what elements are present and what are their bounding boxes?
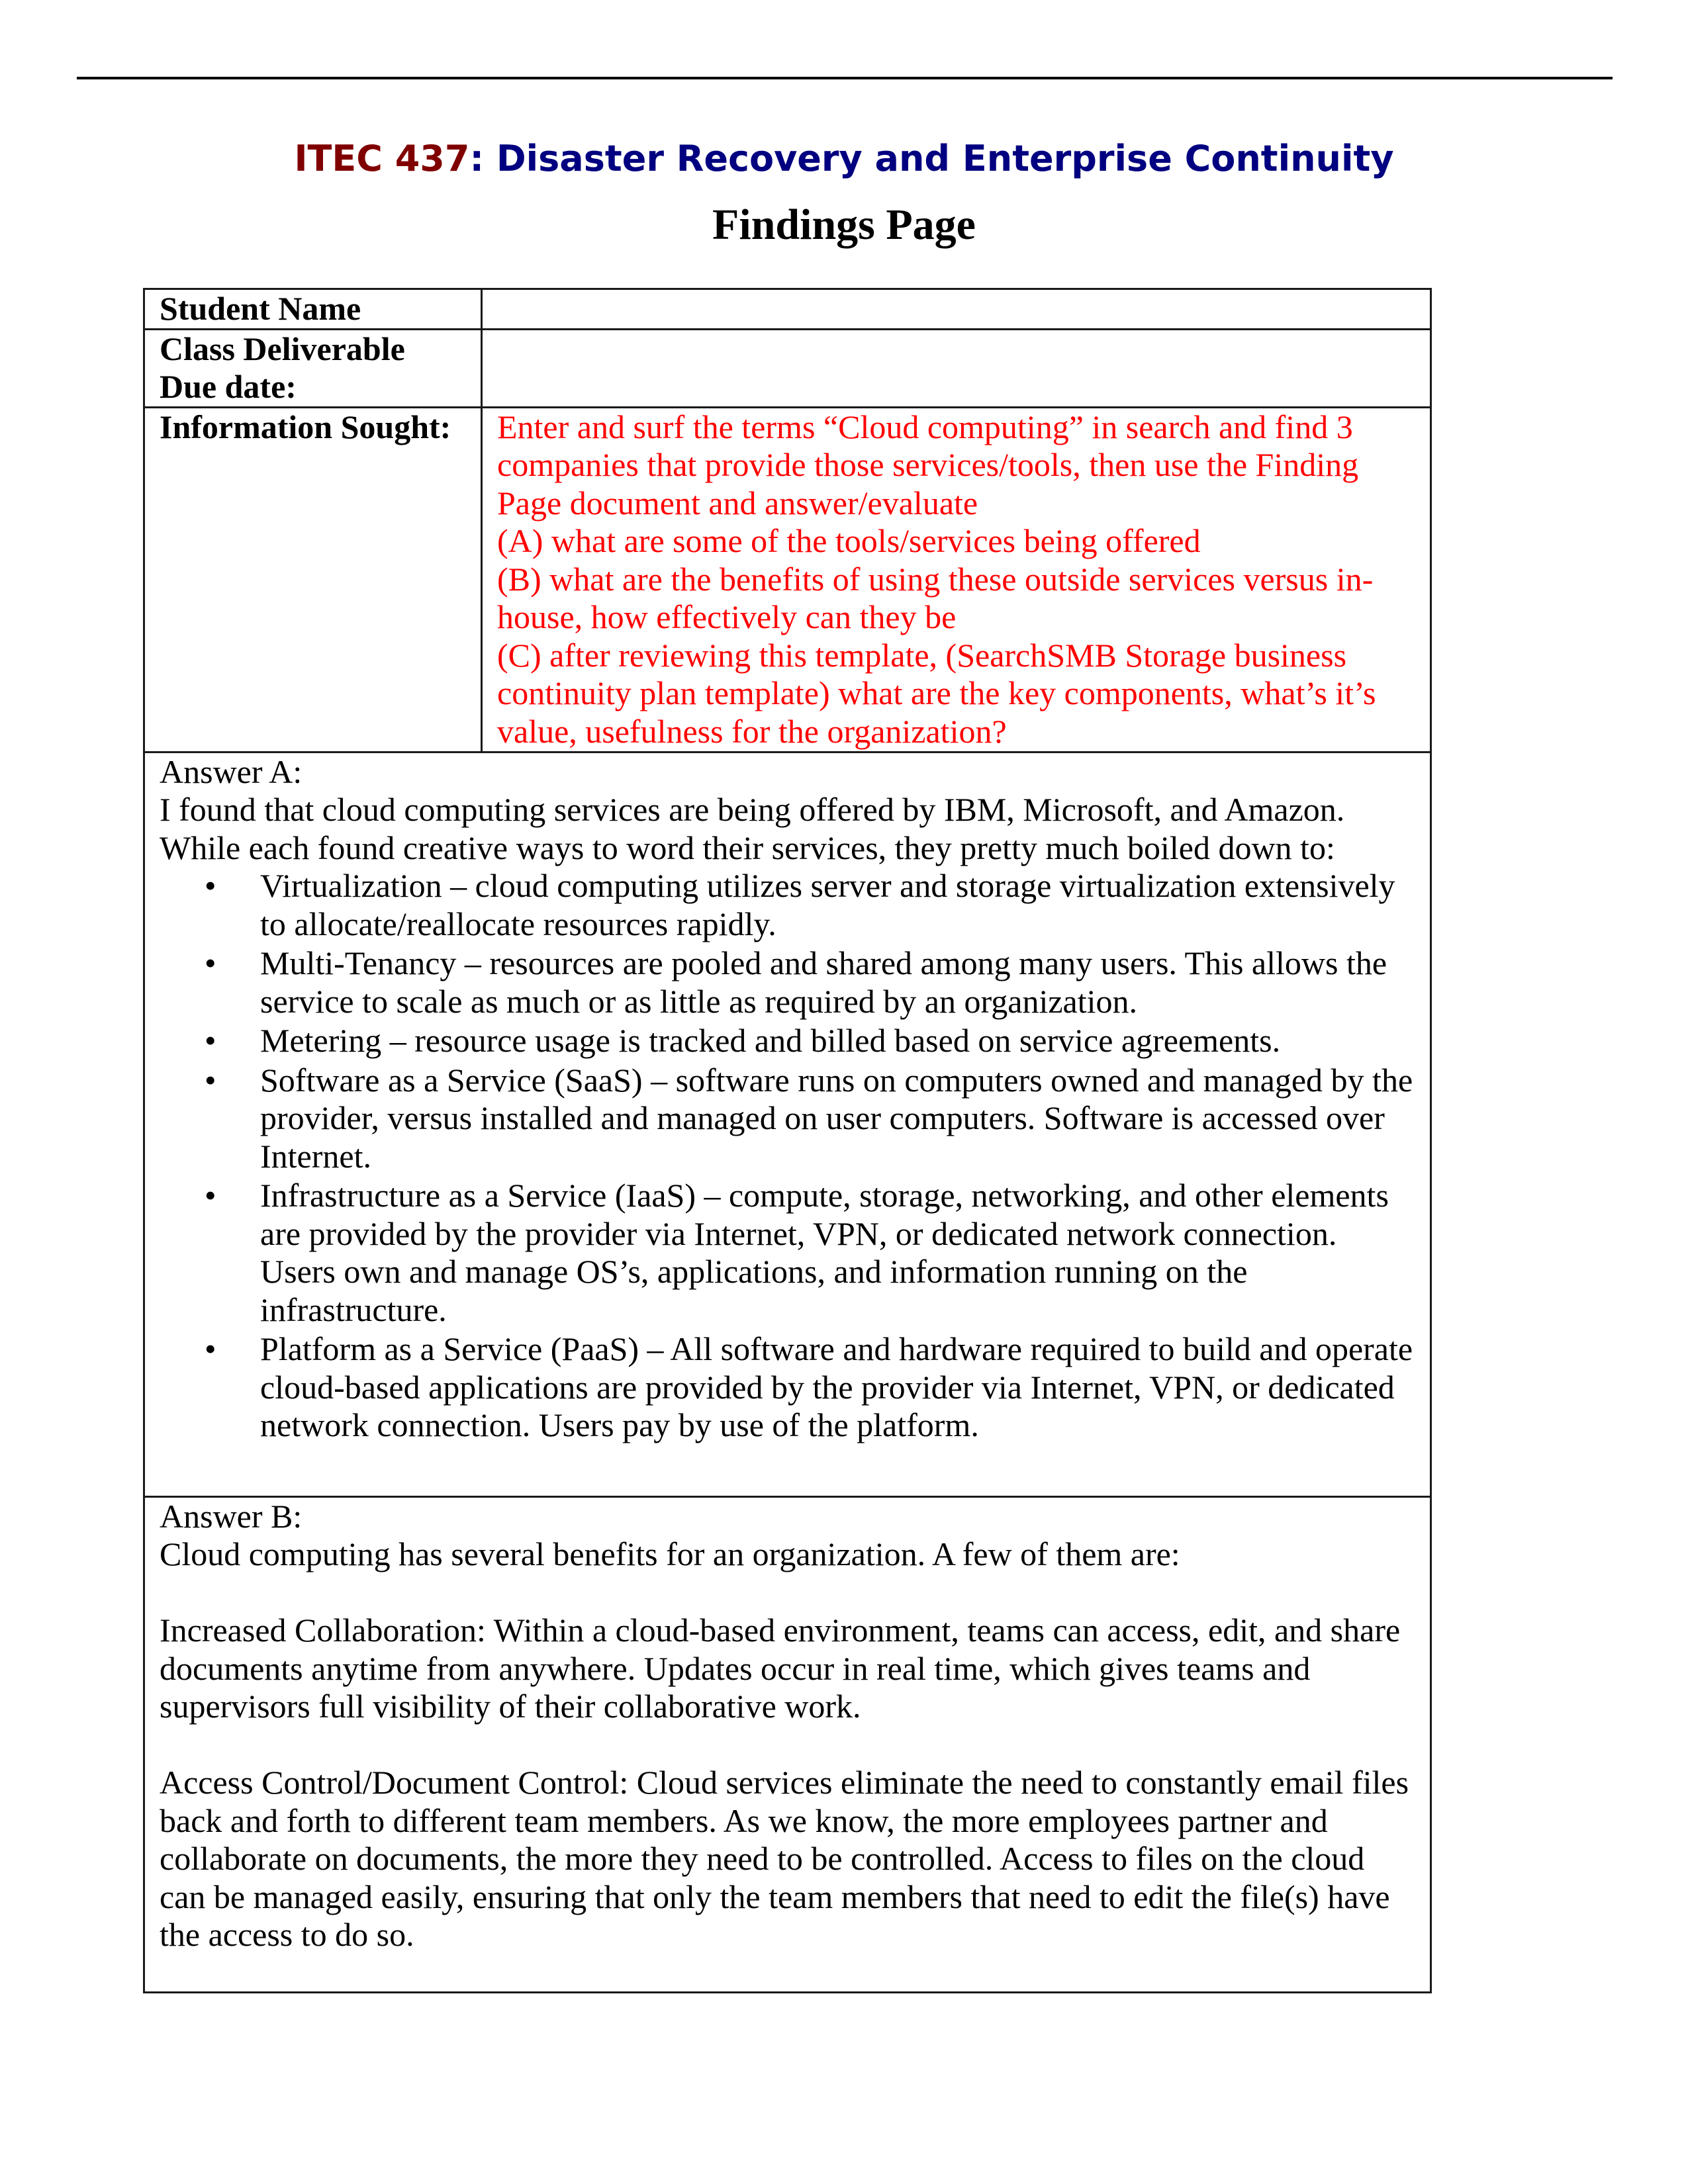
bullet-icon: • [205,1330,216,1367]
answer-b-paragraph-access-control: Access Control/Document Control: Cloud s… [160,1764,1409,1953]
list-item: • Virtualization – cloud computing utiliz… [160,867,1415,943]
course-name: : Disaster Recovery and Enterprise Conti… [469,138,1394,179]
list-item: • Infrastructure as a Service (IaaS) – co… [160,1177,1415,1329]
list-item: • Platform as a Service (PaaS) – All soft… [160,1330,1415,1445]
answer-a-row: Answer A: I found that cloud computing s… [143,751,1432,1498]
list-item-text: Platform as a Service (PaaS) – All softw… [260,1330,1413,1443]
info-sought-text: Enter and surf the terms “Cloud computin… [481,406,1432,753]
bullet-icon: • [205,1022,216,1059]
answer-b-row: Answer B: Cloud computing has several be… [143,1495,1432,1993]
list-item-text: Virtualization – cloud computing utilize… [260,867,1395,942]
answer-b-intro: Cloud computing has several benefits for… [160,1535,1180,1572]
prompt-question-c: (C) after reviewing this template, (Sear… [497,636,1376,750]
course-code: ITEC 437 [294,138,470,179]
list-item-text: Software as a Service (SaaS) – software … [260,1061,1413,1175]
list-item: • Metering – resource usage is tracked an… [160,1022,1415,1060]
answer-b-cell: Answer B: Cloud computing has several be… [143,1495,1432,1993]
page-title: Findings Page [712,201,976,249]
info-sought-row: Information Sought: Enter and surf the t… [143,406,1432,753]
bullet-icon: • [205,944,216,981]
list-item-text: Multi-Tenancy – resources are pooled and… [260,944,1387,1020]
bullet-icon: • [205,1177,216,1214]
answer-b-heading: Answer B: [160,1497,303,1535]
due-date-label: Due date: [160,368,297,405]
student-name-field[interactable] [481,288,1432,330]
student-name-row: Student Name [143,288,1432,330]
answer-b-paragraph-collaboration: Increased Collaboration: Within a cloud-… [160,1612,1401,1725]
list-item-text: Metering – resource usage is tracked and… [260,1022,1281,1059]
list-item: • Software as a Service (SaaS) – software… [160,1062,1415,1176]
list-item: • Multi-Tenancy – resources are pooled an… [160,944,1415,1021]
findings-table: Student Name Class Deliverable Due date:… [143,288,1432,1993]
deliverable-label-line1: Class Deliverable [160,330,405,367]
course-title: ITEC 437: Disaster Recovery and Enterpri… [0,135,1688,183]
answer-a-cell: Answer A: I found that cloud computing s… [143,751,1432,1498]
info-sought-label: Information Sought: [143,406,483,753]
header-rule [77,77,1613,79]
student-name-label: Student Name [143,288,483,330]
list-item-text: Infrastructure as a Service (IaaS) – com… [260,1177,1389,1328]
answer-a-list: • Virtualization – cloud computing utiliz… [160,867,1415,1445]
bullet-icon: • [205,867,216,904]
bullet-icon: • [205,1061,216,1099]
prompt-question-b: (B) what are the benefits of using these… [497,560,1374,636]
deliverable-row: Class Deliverable Due date: [143,328,1432,408]
answer-a-heading: Answer A: [160,752,303,790]
answer-a-intro: I found that cloud computing services ar… [160,791,1345,866]
deliverable-field[interactable] [481,328,1432,408]
prompt-question-a: (A) what are some of the tools/services … [497,522,1201,559]
deliverable-label: Class Deliverable Due date: [143,328,483,408]
prompt-intro: Enter and surf the terms “Cloud computin… [497,408,1359,522]
